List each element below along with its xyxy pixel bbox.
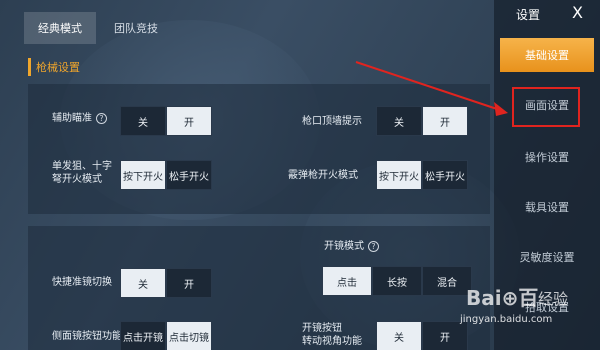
watermark: Bai⊕百 经验 jingyan.baidu.com <box>448 280 598 350</box>
watermark-text: 经验 <box>538 290 569 308</box>
watermark-url: jingyan.baidu.com <box>460 314 553 325</box>
watermark-logo: Bai⊕百 <box>466 286 539 310</box>
